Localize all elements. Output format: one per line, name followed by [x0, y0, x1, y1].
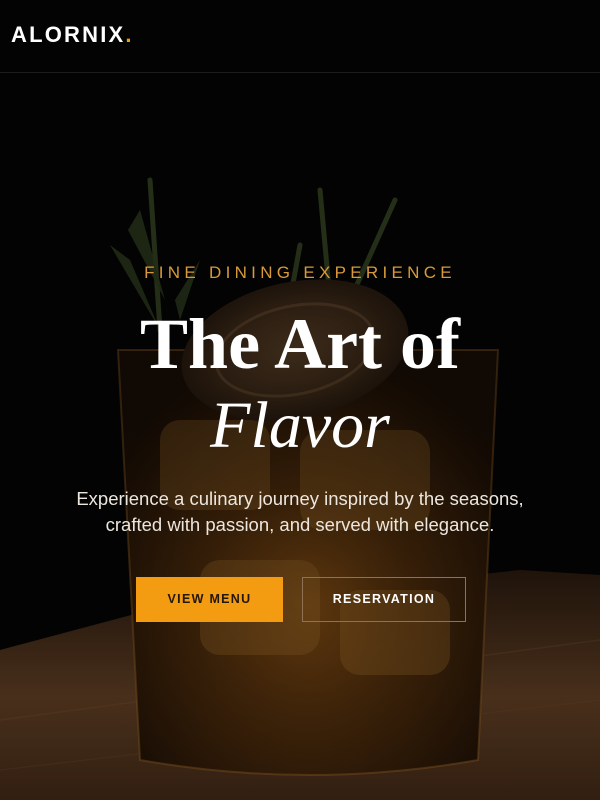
hero-tagline: Experience a culinary journey inspired b… — [0, 486, 600, 538]
brand-logo-dot: . — [125, 22, 132, 47]
hero-title-line1: The Art of — [140, 304, 460, 384]
brand-logo[interactable]: ALORNIX. — [11, 21, 132, 49]
hero-section: FINE DINING EXPERIENCE The Art of Flavor… — [0, 0, 600, 800]
site-header: ALORNIX. — [0, 0, 600, 73]
hero-eyebrow: FINE DINING EXPERIENCE — [144, 263, 456, 282]
hero-title-line2: Flavor — [210, 389, 390, 462]
reservation-button[interactable]: RESERVATION — [302, 577, 466, 622]
hero-tagline-line1: Experience a culinary journey inspired b… — [76, 488, 524, 509]
view-menu-button[interactable]: VIEW MENU — [136, 577, 283, 622]
hero-tagline-line2: crafted with passion, and served with el… — [105, 514, 495, 535]
brand-logo-text: ALORNIX — [11, 22, 126, 47]
landing-page: ALORNIX. FINE DINING EXPERIENCE The Art … — [0, 0, 600, 800]
